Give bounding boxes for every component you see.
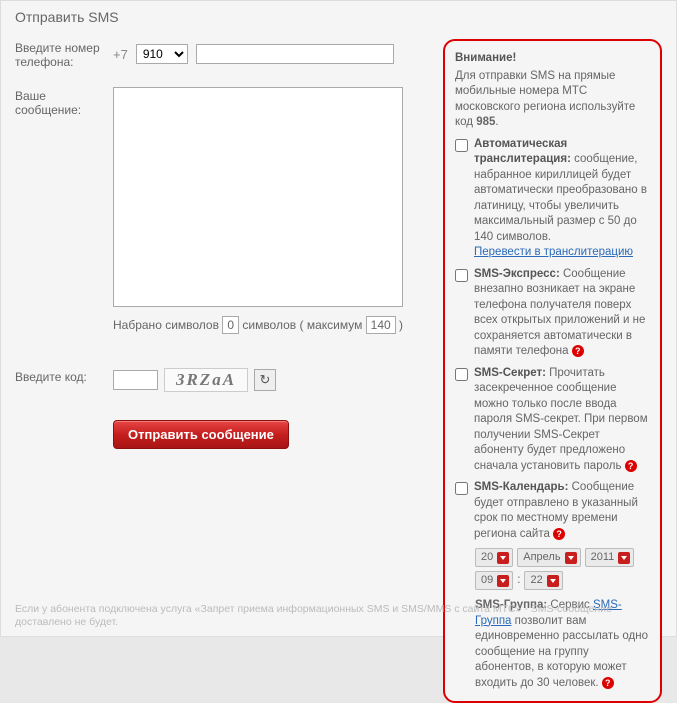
secret-checkbox[interactable] <box>455 368 468 381</box>
express-checkbox[interactable] <box>455 269 468 282</box>
hour-select[interactable]: 09 <box>475 571 513 590</box>
refresh-icon: ↻ <box>260 372 271 388</box>
chevron-down-icon <box>547 575 559 587</box>
day-select[interactable]: 20 <box>475 548 513 567</box>
calendar-checkbox[interactable] <box>455 482 468 495</box>
char-counter: Набрано символов 0 символов ( максимум 1… <box>113 316 435 334</box>
chevron-down-icon <box>618 552 630 564</box>
help-icon[interactable]: ? <box>602 677 614 689</box>
date-select-row: 20 Апрель 2011 <box>475 548 650 567</box>
option-secret: SMS-Секрет: Прочитать засекреченное сооб… <box>455 366 650 475</box>
footer-note: Если у абонента подключена услуга «Запре… <box>15 603 662 630</box>
month-select[interactable]: Апрель <box>517 548 580 567</box>
attention-title: Внимание! <box>455 51 650 67</box>
chars-typed-box: 0 <box>222 316 239 334</box>
phone-code-select[interactable]: 910 <box>136 44 188 64</box>
refresh-captcha-button[interactable]: ↻ <box>254 369 276 391</box>
phone-prefix: +7 <box>113 47 128 62</box>
help-icon[interactable]: ? <box>625 460 637 472</box>
minute-select[interactable]: 22 <box>524 571 562 590</box>
chevron-down-icon <box>497 575 509 587</box>
chevron-down-icon <box>497 552 509 564</box>
option-express: SMS-Экспресс: Сообщение внезапно возника… <box>455 267 650 360</box>
transliteration-checkbox[interactable] <box>455 139 468 152</box>
message-textarea[interactable] <box>113 87 403 307</box>
captcha-label: Введите код: <box>15 368 113 392</box>
option-transliteration: Автоматическая транслитерация: сообщение… <box>455 137 650 261</box>
option-calendar: SMS-Календарь: Сообщение будет отправлен… <box>455 480 650 542</box>
submit-button[interactable]: Отправить сообщение <box>113 420 289 449</box>
year-select[interactable]: 2011 <box>585 548 635 567</box>
chevron-down-icon <box>565 552 577 564</box>
help-icon[interactable]: ? <box>553 528 565 540</box>
page-title: Отправить SMS <box>15 9 662 25</box>
message-label: Ваше сообщение: <box>15 87 113 334</box>
transliterate-link[interactable]: Перевести в транслитерацию <box>474 246 633 258</box>
help-icon[interactable]: ? <box>572 345 584 357</box>
phone-number-input[interactable] <box>196 44 394 64</box>
attention-text: Для отправки SMS на прямые мобильные ном… <box>455 69 650 131</box>
phone-label: Введите номер телефона: <box>15 39 113 69</box>
captcha-image: 3RZaA <box>164 368 248 392</box>
captcha-input[interactable] <box>113 370 158 390</box>
time-select-row: 09 : 22 <box>475 571 650 590</box>
chars-max-box: 140 <box>366 316 396 334</box>
